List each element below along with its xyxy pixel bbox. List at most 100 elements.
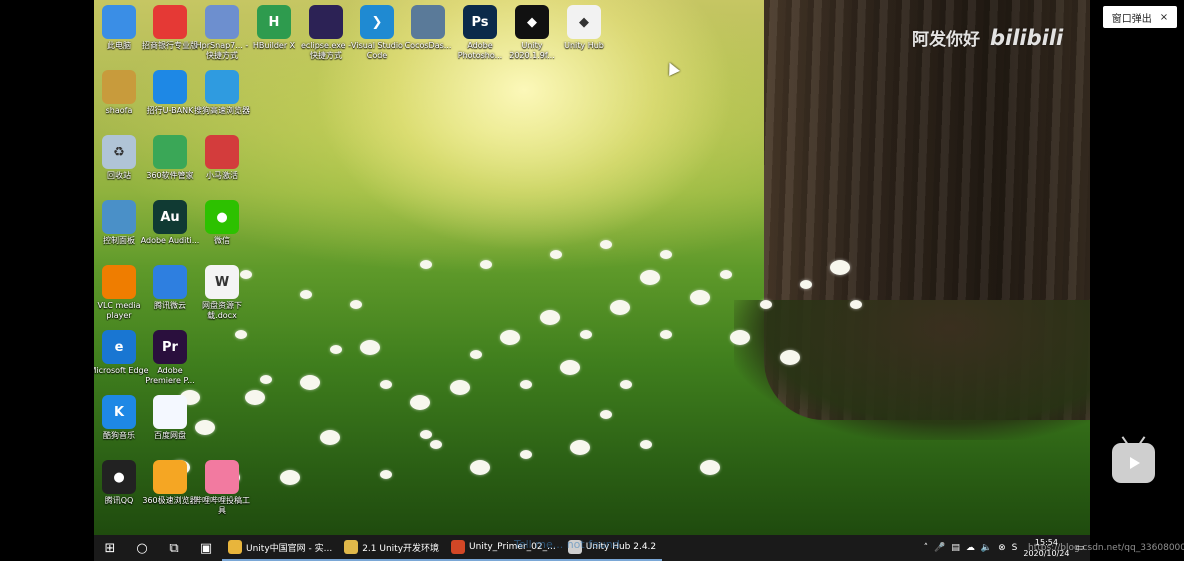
recycle-bin-icon: ♻ [102,135,136,169]
desktop-icon[interactable]: W 网盘资源下载.docx [192,265,252,321]
flower [640,440,652,449]
flower [235,330,247,339]
computer-icon [102,5,136,39]
desktop-icon-label: 哔哩哔哩投稿工具 [194,496,250,515]
taskbar-app-label: Unity中国官网 - 实... [246,543,333,554]
unity-icon: ◆ [515,5,549,39]
cmb-bank-icon [153,5,187,39]
flower [430,440,442,449]
flower [540,310,560,325]
desktop-icon[interactable]: 搜狗高速浏览器 [192,70,252,116]
sogou-browser-icon [205,70,239,104]
search-overlay-text: Tell me... not found [514,538,620,551]
flower [280,470,300,485]
desktop-icon[interactable]: ◆ Unity Hub [554,5,614,51]
powerpoint-icon [451,540,466,554]
flower [600,240,612,249]
volume-icon[interactable]: 🔈 [981,543,992,553]
flower [730,330,750,345]
taskbar-app-label: 2.1 Unity开发环境 [362,543,440,554]
bilibili-logo: bilibili [990,26,1064,50]
vlc-icon [102,265,136,299]
desktop-icon-label: Adobe Auditi... [140,236,200,245]
flower [560,360,580,375]
qq-icon: ● [102,460,136,494]
task-view-icon[interactable]: ⧉ [158,535,190,561]
flower [450,380,470,395]
flower [260,375,272,384]
premiere-icon: Pr [153,330,187,364]
tv-play-icon[interactable] [1112,443,1155,483]
desktop-icon[interactable]: 招行U-BANK [140,70,200,116]
activator-icon [205,135,239,169]
flower [480,260,492,269]
microphone-icon[interactable]: 🎤 [934,543,945,553]
taskbar-app[interactable]: 2.1 Unity开发环境 [338,535,446,561]
desktop-icon[interactable]: 腾讯微云 [140,265,200,311]
chevron-up-icon[interactable]: ˄ [924,543,929,553]
flower [570,440,590,455]
hbuilder-icon: H [257,5,291,39]
mouse-cursor-icon [664,60,680,76]
desktop-icon[interactable]: Ps Adobe Photosho... [450,5,510,61]
cloud-icon[interactable]: ☁ [966,543,975,553]
tree-base [734,300,1090,440]
flower [690,290,710,305]
flower [380,470,392,479]
file-explorer-icon[interactable]: ▣ [190,535,222,561]
desktop-icon[interactable]: Pr Adobe Premiere P... [140,330,200,386]
desktop-icon[interactable]: 哔哩哔哩投稿工具 [192,460,252,516]
flower [720,270,732,279]
search-icon[interactable]: ○ [126,535,158,561]
bilibili-upload-icon [205,460,239,494]
desktop-icon-label: Unity Hub [564,41,604,50]
flower [850,300,862,309]
eclipse-icon [309,5,343,39]
desktop-icon[interactable]: H HBuilder X [244,5,304,51]
flower [300,290,312,299]
start-button[interactable]: ⊞ [94,535,126,561]
desktop-icon[interactable]: 360软件管家 [140,135,200,181]
desktop-icon-label: 百度网盘 [154,431,186,440]
desktop-icon-label: 微信 [214,236,230,245]
desktop-icon[interactable]: HprSnap7... - 快捷方式 [192,5,252,61]
close-circle-icon[interactable]: ⊗ [998,543,1006,553]
folder-icon [344,540,359,554]
desktop-icon[interactable]: 招商银行专业版 [140,5,200,51]
network-icon[interactable]: ▤ [951,543,960,553]
desktop-icon[interactable]: CocosDas... [398,5,458,51]
flower [320,430,340,445]
desktop-icon[interactable]: Au Adobe Auditi... [140,200,200,246]
desktop-icon-label: 搜狗高速浏览器 [194,106,250,115]
desktop-icon-label: HBuilder X [252,41,296,50]
desktop-icon[interactable]: ● 微信 [192,200,252,246]
desktop-icon-label: 腾讯微云 [154,301,186,310]
desktop-icon[interactable]: ◆ Unity 2020.1.9f... [502,5,562,61]
taskbar: ⊞ ○ ⧉ ▣ Unity中国官网 - 实... 2.1 Unity开发环境 Uni… [94,535,1090,561]
desktop-icon-label: 360极速浏览器 [142,496,198,505]
desktop-icon-label: 网盘资源下载.docx [202,301,242,320]
flower [470,350,482,359]
desktop-icon[interactable]: 百度网盘 [140,395,200,441]
flower [330,345,342,354]
flower [420,430,432,439]
flower [410,395,430,410]
desktop-icon-label: 招商银行专业版 [142,41,198,50]
cocos-icon [411,5,445,39]
taskbar-app[interactable]: Unity中国官网 - 实... [222,535,339,561]
unity-hub-icon: ◆ [567,5,601,39]
chrome-icon [228,540,242,554]
360-manager-icon [153,135,187,169]
flower [470,460,490,475]
flower [780,350,800,365]
flower [245,390,265,405]
popup-button-label: 窗口弹出 [1111,13,1152,25]
desktop-icon[interactable]: 小马激活 [192,135,252,181]
flower [520,450,532,459]
bilibili-watermark: 阿发你好 bilibili [912,25,1063,50]
desktop-icon[interactable]: 360极速浏览器 [140,460,200,506]
popup-window-button[interactable]: 窗口弹出 × [1103,6,1177,28]
close-icon[interactable]: × [1160,12,1168,23]
input-method-icon[interactable]: S [1012,543,1018,553]
flower [580,330,592,339]
